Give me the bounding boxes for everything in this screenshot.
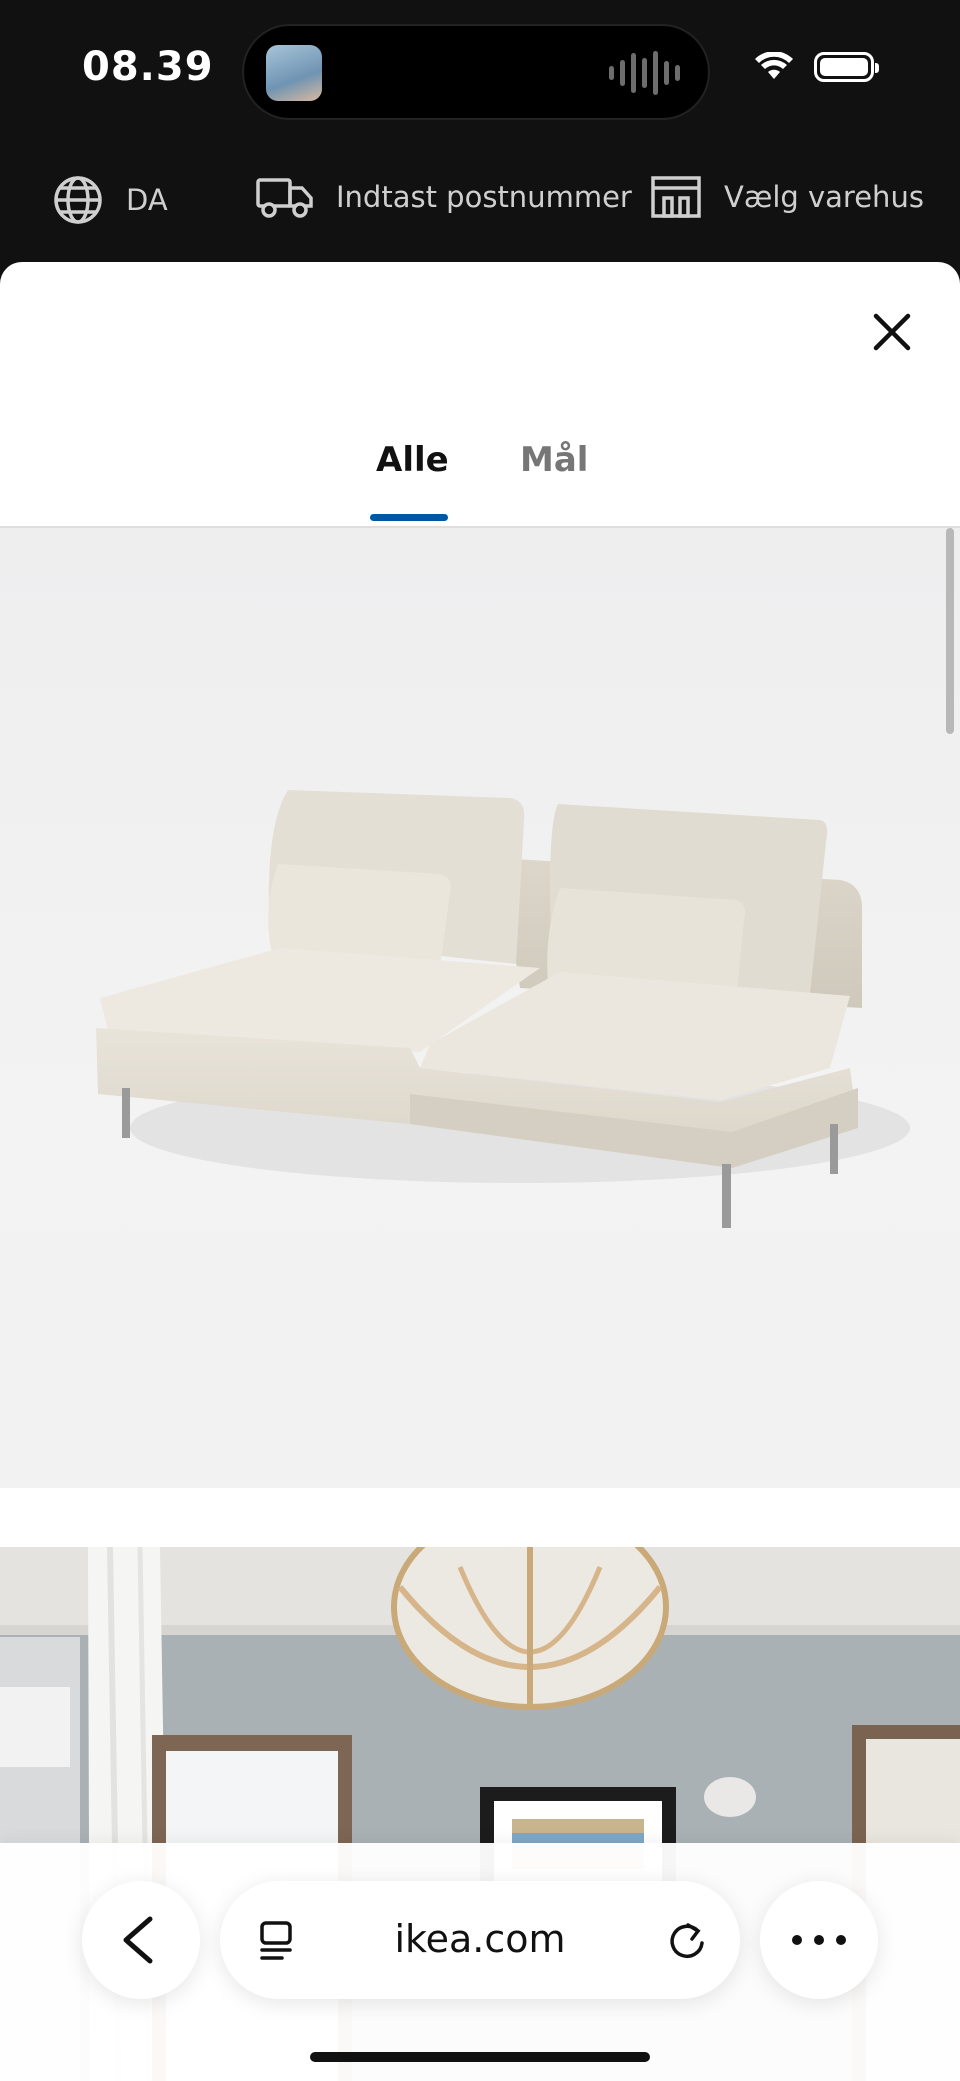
tab-all[interactable]: Alle <box>376 440 449 480</box>
now-playing-thumbnail <box>266 45 322 101</box>
audio-wave-icon <box>609 50 680 96</box>
address-bar[interactable]: ikea.com <box>220 1881 740 1999</box>
status-icons <box>754 52 879 82</box>
language-selector[interactable]: DA <box>52 174 168 226</box>
globe-icon <box>54 176 102 224</box>
sofa-illustration <box>96 790 910 1228</box>
active-tab-indicator <box>370 514 448 521</box>
store-selector[interactable]: Vælg varehus <box>650 174 924 220</box>
store-label: Vælg varehus <box>724 180 924 214</box>
wifi-icon <box>755 52 793 79</box>
url-text: ikea.com <box>394 1917 566 1961</box>
scrollbar-thumb[interactable] <box>946 528 954 734</box>
chevron-left-icon <box>123 1916 153 1964</box>
tab-dimensions[interactable]: Mål <box>520 440 588 480</box>
ikea-topbar: DA Indtast postnummer Vælg varehus <box>0 140 960 264</box>
status-time: 08.39 <box>82 44 214 90</box>
back-button[interactable] <box>82 1881 200 1999</box>
sofa-product-image[interactable] <box>0 528 960 1488</box>
status-bar: 08.39 <box>0 0 960 140</box>
browser-toolbar: ikea.com <box>0 1843 960 2081</box>
home-indicator <box>310 2052 650 2062</box>
close-icon[interactable] <box>868 308 916 356</box>
battery-icon <box>814 52 879 82</box>
truck-icon <box>256 178 313 218</box>
reload-icon[interactable] <box>664 1917 710 1963</box>
language-label: DA <box>126 183 168 217</box>
more-icon <box>792 1935 846 1945</box>
postcode-selector[interactable]: Indtast postnummer <box>256 174 632 220</box>
store-icon <box>651 176 701 218</box>
gallery-tabs: Alle Mål <box>0 402 960 528</box>
dynamic-island[interactable] <box>244 26 708 118</box>
image-gallery-sheet: Alle Mål <box>0 262 960 2081</box>
postcode-label: Indtast postnummer <box>336 180 632 214</box>
more-button[interactable] <box>760 1881 878 1999</box>
